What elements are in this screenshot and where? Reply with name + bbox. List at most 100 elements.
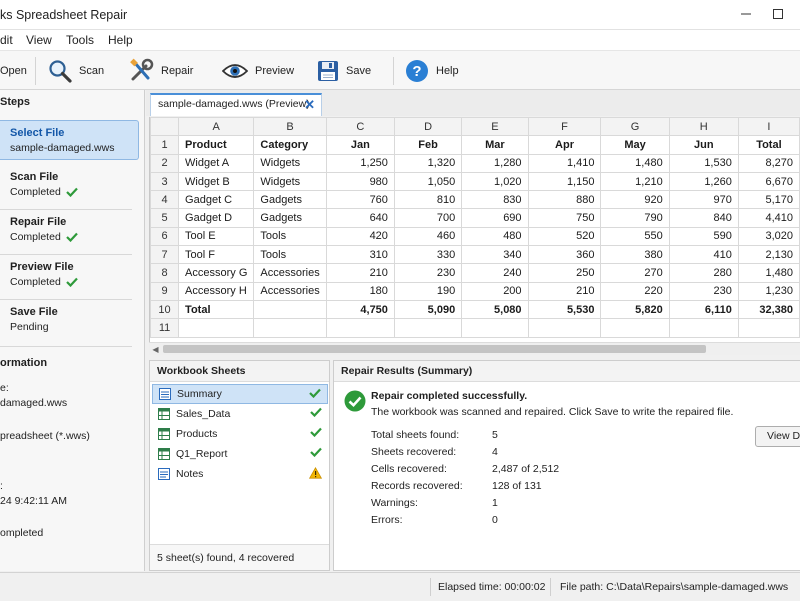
view-details-button[interactable]: View De <box>755 426 800 447</box>
cell[interactable]: 920 <box>600 190 670 210</box>
cell[interactable]: 200 <box>461 281 529 301</box>
cell[interactable] <box>668 318 739 338</box>
cell[interactable]: 1,210 <box>600 171 670 192</box>
cell[interactable] <box>461 318 529 338</box>
close-button[interactable] <box>790 0 800 30</box>
cell[interactable]: 1,280 <box>461 153 529 173</box>
cell[interactable]: 700 <box>393 208 463 228</box>
cell[interactable]: 4,750 <box>325 299 395 320</box>
column-header[interactable]: F <box>527 117 602 137</box>
cell[interactable]: 310 <box>325 245 395 265</box>
cell[interactable]: 460 <box>393 226 463 247</box>
cell[interactable] <box>527 318 602 338</box>
cell[interactable]: 790 <box>600 208 670 228</box>
cell[interactable]: 1,260 <box>668 171 739 192</box>
cell[interactable]: Apr <box>527 135 602 155</box>
cell[interactable]: 690 <box>461 208 529 228</box>
sheet-item-notes[interactable]: Notes <box>152 464 328 484</box>
cell[interactable] <box>600 318 670 338</box>
close-tab-icon[interactable]: ✕ <box>304 95 315 114</box>
cell[interactable]: 840 <box>668 208 739 228</box>
cell[interactable]: Tool F <box>178 245 255 265</box>
step-preview-file[interactable]: Preview File Completed <box>0 255 139 295</box>
cell[interactable] <box>325 318 395 338</box>
open-button[interactable]: Open <box>0 55 27 87</box>
cell[interactable]: 1,530 <box>668 153 739 173</box>
cell[interactable]: 830 <box>461 190 529 210</box>
cell[interactable]: Accessory H <box>178 281 255 301</box>
row-number[interactable]: 9 <box>150 281 180 301</box>
cell[interactable]: 1,020 <box>461 171 529 192</box>
cell[interactable]: 3,020 <box>737 226 800 247</box>
preview-button[interactable]: Preview <box>222 55 294 87</box>
cell[interactable]: Widget A <box>178 153 255 173</box>
help-button[interactable]: ? Help <box>405 55 459 87</box>
cell[interactable]: 880 <box>527 190 602 210</box>
cell[interactable]: 210 <box>325 263 395 283</box>
step-save-file[interactable]: Save File Pending <box>0 300 139 340</box>
cell[interactable]: Tool E <box>178 226 255 247</box>
select-all-corner[interactable] <box>150 117 180 137</box>
cell[interactable]: 180 <box>325 281 395 301</box>
cell[interactable]: 270 <box>600 263 670 283</box>
cell[interactable]: 1,250 <box>325 153 395 173</box>
repair-button[interactable]: Repair <box>128 55 193 87</box>
cell[interactable]: 6,670 <box>737 171 800 192</box>
menu-view[interactable]: View <box>26 30 52 50</box>
cell[interactable]: 750 <box>527 208 602 228</box>
cell[interactable]: Gadget C <box>178 190 255 210</box>
cell[interactable] <box>737 318 800 338</box>
cell[interactable]: Product <box>178 135 255 155</box>
row-number[interactable]: 4 <box>150 190 180 210</box>
column-header[interactable]: E <box>461 117 529 137</box>
cell[interactable]: 1,320 <box>393 153 463 173</box>
cell[interactable]: Mar <box>461 135 529 155</box>
step-repair-file[interactable]: Repair File Completed <box>0 210 139 250</box>
cell[interactable]: 340 <box>461 245 529 265</box>
row-number[interactable]: 2 <box>150 153 180 173</box>
cell[interactable] <box>253 299 327 320</box>
cell[interactable]: 8,270 <box>737 153 800 173</box>
cell[interactable]: Widget B <box>178 171 255 192</box>
cell[interactable]: 550 <box>600 226 670 247</box>
cell[interactable]: 250 <box>527 263 602 283</box>
menu-help[interactable]: Help <box>108 30 133 50</box>
cell[interactable]: 5,530 <box>527 299 602 320</box>
cell[interactable] <box>178 318 255 338</box>
menu-edit[interactable]: dit <box>0 30 13 50</box>
cell[interactable]: 4,410 <box>737 208 800 228</box>
cell[interactable]: 1,150 <box>527 171 602 192</box>
cell[interactable]: 1,480 <box>600 153 670 173</box>
scrollbar-thumb[interactable] <box>163 345 706 353</box>
cell[interactable]: Accessory G <box>178 263 255 283</box>
row-number[interactable]: 6 <box>150 226 180 247</box>
sheet-item-summary[interactable]: Summary <box>152 384 328 404</box>
cell[interactable]: Accessories <box>253 263 327 283</box>
cell[interactable]: 810 <box>393 190 463 210</box>
column-header[interactable]: D <box>393 117 463 137</box>
cell[interactable]: Accessories <box>253 281 327 301</box>
scroll-left-icon[interactable]: ◀ <box>149 343 162 356</box>
cell[interactable] <box>393 318 463 338</box>
cell[interactable]: 760 <box>325 190 395 210</box>
sheet-item-products[interactable]: Products <box>152 424 328 444</box>
row-number[interactable]: 7 <box>150 245 180 265</box>
sheet-item-q1-report[interactable]: Q1_Report <box>152 444 328 464</box>
cell[interactable]: 1,410 <box>527 153 602 173</box>
cell[interactable]: 5,820 <box>600 299 670 320</box>
column-header[interactable]: A <box>178 117 255 137</box>
cell[interactable]: 230 <box>393 263 463 283</box>
row-number[interactable]: 11 <box>150 318 180 338</box>
minimize-button[interactable] <box>730 0 762 30</box>
cell[interactable]: 32,380 <box>737 299 800 320</box>
cell[interactable]: 240 <box>461 263 529 283</box>
row-number[interactable]: 3 <box>150 171 180 192</box>
cell[interactable]: Tools <box>253 245 327 265</box>
column-header[interactable]: C <box>325 117 395 137</box>
cell[interactable]: 2,130 <box>737 245 800 265</box>
column-header[interactable]: B <box>253 117 327 137</box>
cell[interactable]: 280 <box>668 263 739 283</box>
cell[interactable]: Total <box>178 299 255 320</box>
cell[interactable]: 330 <box>393 245 463 265</box>
cell[interactable]: 6,110 <box>668 299 739 320</box>
